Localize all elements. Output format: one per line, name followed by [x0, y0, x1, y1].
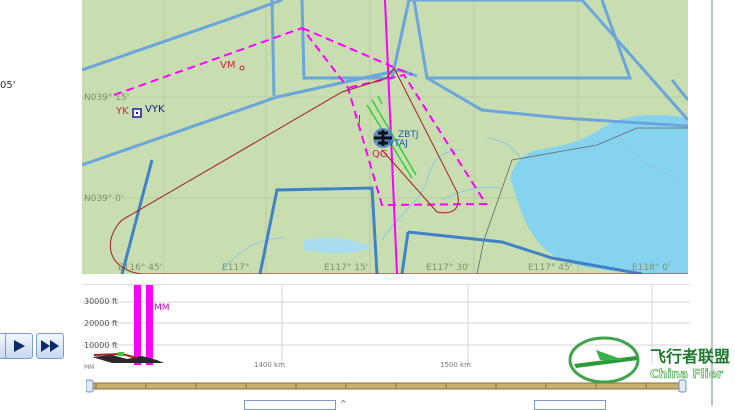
watermark-title: 飞行者联盟 [650, 347, 730, 366]
profile-origin-label: MM [84, 364, 94, 371]
route-marker-bar [134, 285, 141, 365]
lon-label-117-30: E117° 30' [426, 263, 470, 273]
bottom-toolbar: ^ [82, 396, 690, 410]
waypoint-qg-label: QG [372, 149, 388, 160]
watermark-logo: 飞行者联盟 China Flier [566, 332, 731, 384]
alt-label-20000: 20000 ft [84, 319, 118, 328]
lon-label-117: E117° [222, 263, 249, 273]
fast-forward-icon [41, 340, 59, 352]
dist-label-1400: 1400 km [254, 361, 285, 369]
dist-label-1500: 1500 km [440, 361, 471, 369]
lon-label-117-15: E117° 15' [324, 263, 368, 273]
map-view[interactable]: N039° 15' N039° 0' E116° 45' E117° E117°… [82, 0, 688, 274]
fast-forward-button[interactable] [36, 333, 64, 359]
lon-label-117-45: E117° 45' [528, 263, 572, 273]
waypoint-j-label: J [357, 114, 361, 125]
chevron-up-icon[interactable]: ^ [340, 399, 347, 408]
lon-label-45: E116° 45' [118, 263, 162, 273]
waypoint-vm-label: VM [220, 60, 235, 71]
bottom-field-right[interactable] [534, 400, 606, 410]
lat-label-0: N039° 0' [84, 194, 123, 204]
waypoint-vyk-label: VYK [145, 104, 165, 115]
left-panel: 05' [0, 0, 82, 406]
bottom-field[interactable] [244, 400, 336, 410]
vor-vtaj-label: VTAJ [388, 139, 408, 149]
alt-label-10000: 10000 ft [84, 341, 118, 350]
lat-label-15: N039° 15' [84, 93, 129, 103]
route-marker-bar [146, 285, 153, 365]
play-icon [14, 340, 25, 352]
timeline-start-handle[interactable] [85, 379, 94, 393]
lon-label-118: E118° 0' [632, 263, 670, 273]
profile-marker-label: MM [154, 303, 170, 313]
coordinate-fragment: 05' [0, 80, 16, 91]
watermark-subtitle: China Flier [650, 367, 723, 381]
waypoint-yk-label: YK [115, 106, 129, 117]
alt-label-30000: 30000 ft [84, 297, 118, 306]
play-button[interactable] [5, 333, 33, 359]
